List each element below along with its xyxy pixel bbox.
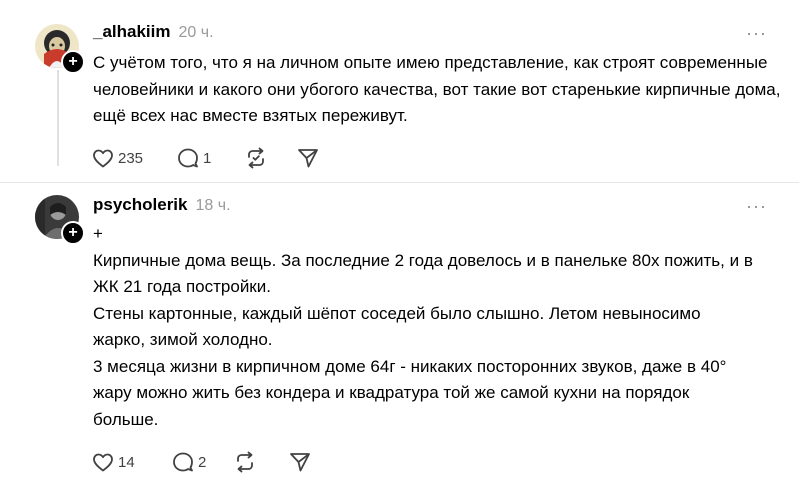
username[interactable]: _alhakiim xyxy=(93,22,171,42)
comment-icon xyxy=(173,452,193,472)
comment-icon xyxy=(178,148,198,168)
avatar[interactable]: + xyxy=(35,24,85,74)
comment-text: С учётом того, что я на личном опыте име… xyxy=(93,50,783,130)
like-button[interactable]: 14 xyxy=(91,450,171,474)
reply-count: 2 xyxy=(198,453,207,471)
action-bar: 14 2 xyxy=(91,450,318,474)
more-options-button[interactable]: ··· xyxy=(746,24,767,42)
repost-icon xyxy=(237,451,253,473)
reply-button[interactable]: 1 xyxy=(176,146,244,170)
send-icon xyxy=(298,149,318,168)
comment-1: + _alhakiim 20 ч. ··· С учётом того, что… xyxy=(0,0,799,182)
follow-button[interactable]: + xyxy=(61,50,85,74)
timestamp[interactable]: 18 ч. xyxy=(196,197,231,215)
heart-icon xyxy=(93,149,113,168)
thread-line xyxy=(57,70,59,166)
like-button[interactable]: 235 xyxy=(91,146,176,170)
comment-line: Стены картонные, каждый шёпот соседей бы… xyxy=(93,303,701,350)
comment-header: psycholerik 18 ч. xyxy=(93,195,231,215)
repost-icon xyxy=(248,147,264,169)
avatar[interactable]: + xyxy=(35,195,85,245)
comment-line: С учётом того, что я на личном опыте име… xyxy=(93,53,781,125)
comment-line: 3 месяца жизни в кирпичном доме 64г - ни… xyxy=(93,356,727,429)
action-bar: 235 1 xyxy=(91,146,326,170)
comment-header: _alhakiim 20 ч. xyxy=(93,22,214,42)
follow-button[interactable]: + xyxy=(61,221,85,245)
username[interactable]: psycholerik xyxy=(93,195,188,215)
reply-count: 1 xyxy=(203,149,212,167)
share-button[interactable] xyxy=(296,146,326,170)
comment-text: + Кирпичные дома вещь. За последние 2 го… xyxy=(93,221,753,433)
more-options-button[interactable]: ··· xyxy=(746,197,767,215)
like-count: 235 xyxy=(118,149,144,167)
comment-line: Кирпичные дома вещь. За последние 2 года… xyxy=(93,250,753,297)
timestamp[interactable]: 20 ч. xyxy=(179,24,214,42)
comment-2: + psycholerik 18 ч. ··· + Кирпичные дома… xyxy=(0,183,799,484)
reply-button[interactable]: 2 xyxy=(171,450,233,474)
like-count: 14 xyxy=(118,453,135,471)
share-button[interactable] xyxy=(288,450,318,474)
heart-icon xyxy=(93,453,113,472)
repost-button[interactable] xyxy=(233,450,288,474)
send-icon xyxy=(290,453,310,472)
comment-line: + xyxy=(93,224,103,243)
repost-button[interactable] xyxy=(244,146,296,170)
